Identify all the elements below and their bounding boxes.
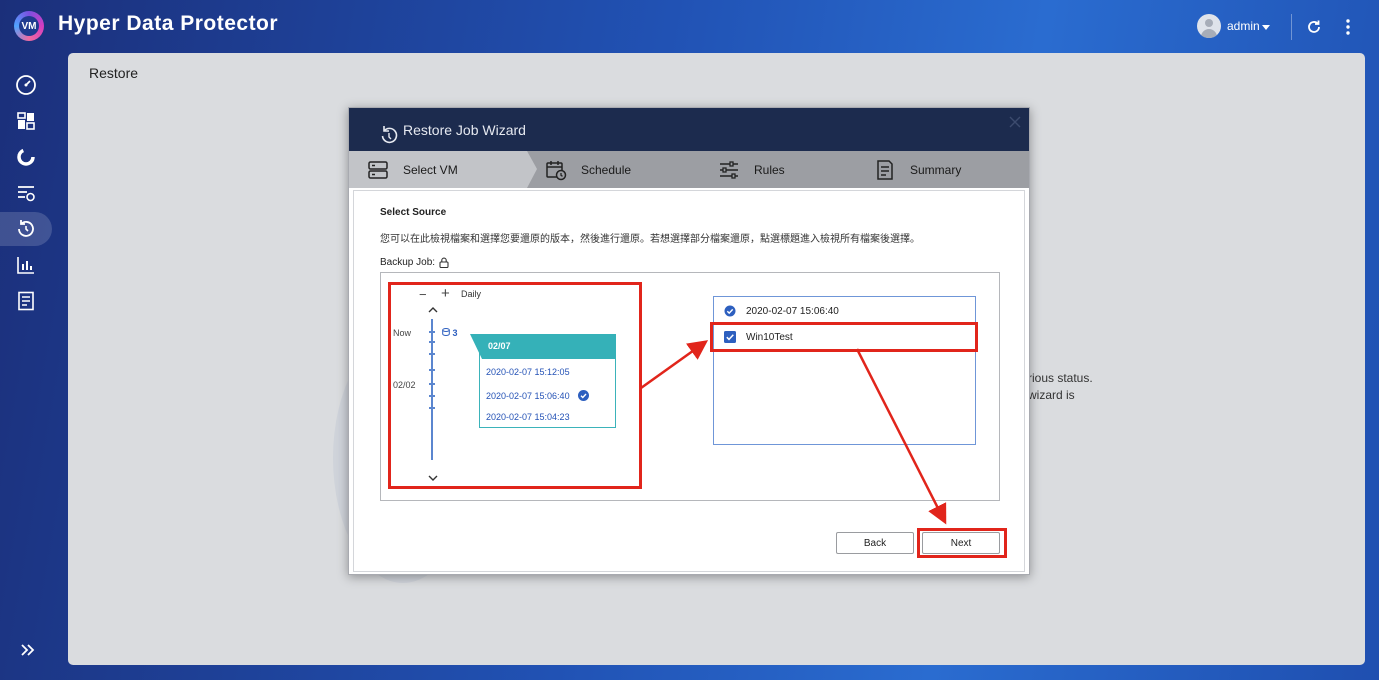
avatar[interactable] xyxy=(1197,14,1221,38)
timeline-label-now: Now xyxy=(393,328,412,338)
wizard-header: Restore Job Wizard xyxy=(349,108,1029,151)
step-summary: Summary xyxy=(874,151,961,188)
chevron-down-icon[interactable] xyxy=(428,474,438,482)
sidebar-item-dashboard[interactable] xyxy=(0,68,52,102)
timeline-label-date: 02/02 xyxy=(393,380,416,390)
version-popup: 02/07 2020-02-07 15:12:05 2020-02-07 15:… xyxy=(470,334,616,428)
wizard-body: Select Source 您可以在此檢視檔案和選擇您要還原的版本，然後進行還原… xyxy=(353,190,1025,572)
sidebar-item-backup[interactable] xyxy=(0,140,52,174)
background-text-line: wizard is xyxy=(1028,388,1075,402)
sidebar-item-jobs[interactable] xyxy=(0,176,52,210)
section-title: Select Source xyxy=(380,207,447,218)
version-count-badge[interactable]: 3 xyxy=(442,328,458,338)
backup-job-label: Backup Job: xyxy=(380,257,449,268)
timeline-tick xyxy=(429,331,435,333)
refresh-icon[interactable] xyxy=(1305,18,1323,36)
log-document-icon xyxy=(18,291,34,311)
sliders-icon xyxy=(720,160,738,179)
zoom-out-button[interactable]: − xyxy=(419,287,427,302)
caret-down-icon[interactable] xyxy=(1262,25,1270,30)
bar-chart-icon xyxy=(17,257,34,274)
zoom-in-button[interactable]: + xyxy=(441,285,450,302)
timeline-tick xyxy=(429,383,435,385)
step-label: Select VM xyxy=(403,162,458,177)
step-label: Rules xyxy=(754,162,785,177)
sidebar-item-overview[interactable] xyxy=(0,104,52,138)
popup-date: 02/07 xyxy=(488,341,511,351)
timeline-highlight-box: − + Daily Now 02/02 3 02/07 2020-02-07 1… xyxy=(388,282,642,489)
wizard-steps: Select VM Schedule Rules Summary xyxy=(349,151,1029,188)
sidebar-item-reports[interactable] xyxy=(0,248,52,282)
step-label: Summary xyxy=(910,162,962,177)
version-item-selected[interactable]: 2020-02-07 15:06:40 xyxy=(486,390,589,401)
step-label: Schedule xyxy=(581,162,632,177)
timeline-tick xyxy=(429,395,435,397)
timeline-tick xyxy=(429,353,435,355)
divider xyxy=(1291,14,1292,40)
background-text-line: rious status. xyxy=(1028,371,1093,385)
chevron-up-icon[interactable] xyxy=(428,306,438,314)
sidebar xyxy=(0,53,68,680)
page-title: Restore xyxy=(89,65,139,81)
next-highlight-box xyxy=(917,528,1007,558)
top-bar: VM Hyper Data Protector admin xyxy=(0,0,1379,53)
wizard-title: Restore Job Wizard xyxy=(403,122,526,138)
close-icon[interactable] xyxy=(1009,116,1021,128)
timeline-granularity: Daily xyxy=(461,289,482,299)
back-button[interactable]: Back xyxy=(836,532,914,554)
sidebar-item-logs[interactable] xyxy=(0,284,52,318)
job-list-icon xyxy=(18,186,35,202)
summary-doc-icon xyxy=(877,159,893,180)
version-popup-header: 02/07 xyxy=(470,334,616,359)
app-logo-text: VM xyxy=(19,16,39,36)
restore-job-wizard: Restore Job Wizard Select VM Schedule Ru… xyxy=(348,107,1030,575)
check-circle-icon xyxy=(724,305,736,317)
timeline-tick xyxy=(429,369,435,371)
expand-sidebar-icon[interactable] xyxy=(17,640,39,660)
selected-version-row: 2020-02-07 15:06:40 xyxy=(724,305,839,317)
selected-version-text: 2020-02-07 15:06:40 xyxy=(746,305,839,317)
check-circle-icon xyxy=(577,390,589,401)
gauge-icon xyxy=(16,75,36,95)
database-icon xyxy=(442,328,450,337)
vm-highlight-box xyxy=(710,322,978,352)
app-logo: VM xyxy=(14,11,44,41)
step-rules: Rules xyxy=(718,151,785,188)
vm-selection-list: 2020-02-07 15:06:40 Win10Test xyxy=(713,296,976,445)
more-vertical-icon[interactable] xyxy=(1340,18,1356,36)
grid-icon xyxy=(17,112,35,130)
restore-icon xyxy=(18,220,34,237)
step-schedule: Schedule xyxy=(545,151,631,188)
instruction-text: 您可以在此檢視檔案和選擇您要還原的版本，然後進行還原。若想選擇部分檔案還原，點選… xyxy=(380,234,920,245)
server-icon xyxy=(368,160,388,179)
version-item[interactable]: 2020-02-07 15:12:05 xyxy=(486,367,570,377)
backup-ring-icon xyxy=(17,148,35,166)
timeline-tick xyxy=(429,341,435,343)
calendar-clock-icon xyxy=(546,160,567,180)
sidebar-item-restore[interactable] xyxy=(0,212,52,246)
app-title: Hyper Data Protector xyxy=(58,12,279,35)
backup-job-label-text: Backup Job: xyxy=(380,257,436,268)
timeline-tick xyxy=(429,407,435,409)
backup-job-panel: − + Daily Now 02/02 3 02/07 2020-02-07 1… xyxy=(380,272,1000,501)
lock-icon xyxy=(439,257,449,268)
version-item[interactable]: 2020-02-07 15:04:23 xyxy=(486,412,570,422)
user-name[interactable]: admin xyxy=(1227,19,1260,33)
version-count: 3 xyxy=(452,328,458,338)
restore-icon xyxy=(381,126,398,144)
step-select-vm: Select VM xyxy=(367,151,458,188)
